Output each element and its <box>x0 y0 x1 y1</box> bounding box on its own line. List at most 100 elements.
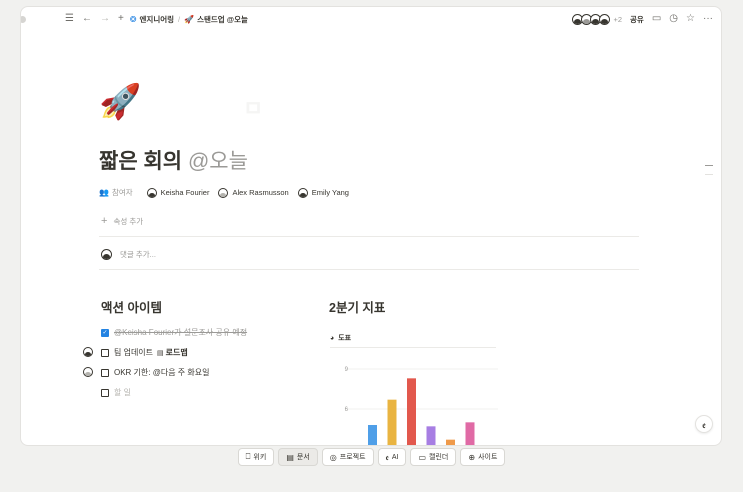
participant-keisha[interactable]: Keisha Fourier <box>146 187 210 198</box>
background-watermark: ㅁ <box>243 96 264 121</box>
avatar <box>218 187 229 198</box>
outline-line <box>705 165 713 166</box>
doc-icon: ▤ <box>286 452 294 462</box>
participants-label-text: 참여자 <box>111 188 133 197</box>
add-comment-placeholder: 댓글 추가... <box>120 250 156 259</box>
chart-bar[interactable] <box>407 378 416 446</box>
back-arrow-icon[interactable]: ← <box>82 14 92 24</box>
ai-icon: ꬲ <box>385 452 389 462</box>
avatar <box>83 347 93 357</box>
participant-alex[interactable]: Alex Rasmusson <box>218 187 289 198</box>
participant-emily[interactable]: Emily Yang <box>297 187 349 198</box>
action-items-heading: 액션 아이템 <box>101 301 162 315</box>
chart-divider <box>330 347 496 348</box>
page-link-icon: ▤ <box>157 349 164 357</box>
page-rocket-icon[interactable]: 🚀 <box>99 85 141 119</box>
dock-item-label: 위키 <box>253 454 267 461</box>
wiki-icon: ⎕ <box>245 452 251 461</box>
dock-item-site[interactable]: ⊕ 사이트 <box>460 448 506 466</box>
page-title-text: 짧은 회의 <box>99 150 183 173</box>
rocket-icon: 🚀 <box>184 14 195 24</box>
chart-bar[interactable] <box>368 425 377 446</box>
plus-icon: + <box>101 215 108 227</box>
dock-item-ai[interactable]: ꬲ AI <box>377 448 407 466</box>
favorite-star-icon[interactable]: ☆ <box>686 14 695 24</box>
participant-name: Emily Yang <box>311 188 349 197</box>
dock-item-calendar[interactable]: ▭ 캘린더 <box>410 448 457 466</box>
divider <box>99 236 639 237</box>
roadmap-link[interactable]: 로드맵 <box>166 347 188 358</box>
metrics-heading: 2분기 지표 <box>329 301 386 315</box>
extra-collaborators-count: +2 <box>613 14 623 24</box>
top-right-actions: +2 공유 ▭ ◷ ☆ ··· <box>572 7 713 31</box>
checkbox[interactable] <box>101 348 109 357</box>
app-window: ☰ ← → + ❂ 엔지니어링 / 🚀 스탠드업 @오늘 +2 공유 ▭ ◷ ☆… <box>20 6 722 446</box>
dock-item-label: 사이트 <box>478 454 498 461</box>
sidebar-toggle-icon[interactable]: ☰ <box>65 14 74 24</box>
outline-line <box>705 174 713 175</box>
todo-item[interactable]: OKR 기한: @다음 주 화요일 <box>101 367 209 378</box>
dock-item-label: AI <box>391 453 399 461</box>
new-page-plus-icon[interactable]: + <box>118 14 124 24</box>
breadcrumb-item-engineering[interactable]: 엔지니어링 <box>140 14 175 25</box>
dock-item-project[interactable]: ◎ 프로젝트 <box>321 448 374 466</box>
todo-item-empty[interactable]: 할 일 <box>101 387 131 398</box>
todo-placeholder: 할 일 <box>114 388 131 397</box>
y-tick-label: 6 <box>345 407 349 413</box>
page-title[interactable]: 짧은 회의 @오늘 <box>99 145 248 175</box>
breadcrumb-item-standup[interactable]: 스탠드업 @오늘 <box>197 14 248 25</box>
add-property-label: 속성 추가 <box>113 216 144 226</box>
avatar <box>146 187 157 198</box>
todo-text: @Keisha Fourier가 설문조사 공유 예정 <box>114 328 248 337</box>
participant-name: Alex Rasmusson <box>232 188 289 197</box>
dock-item-doc[interactable]: ▤ 문서 <box>278 448 318 466</box>
share-button[interactable]: 공유 <box>630 14 644 25</box>
chart-pie-icon: ◕ <box>330 334 335 342</box>
dock-item-wiki[interactable]: ⎕ 위키 <box>237 448 275 466</box>
avatar <box>101 249 112 260</box>
bar-chart: 369 <box>345 367 498 446</box>
participants-label[interactable]: 👥 참여자 <box>99 187 133 198</box>
page-title-date-mention[interactable]: @오늘 <box>188 150 248 173</box>
checkbox-checked[interactable]: ✓ <box>101 328 109 337</box>
window-controls <box>21 15 26 23</box>
chart-bar[interactable] <box>446 439 455 446</box>
participant-name: Keisha Fourier <box>160 188 210 197</box>
avatar <box>83 367 93 377</box>
project-icon: ◎ <box>329 452 337 462</box>
participants-property: 👥 참여자 Keisha Fourier Alex Rasmusson Emil… <box>99 187 358 198</box>
history-clock-icon[interactable]: ◷ <box>669 14 678 24</box>
chart-bar[interactable] <box>387 399 397 446</box>
chart-title: ◕ 도표 <box>330 333 351 343</box>
more-options-icon[interactable]: ··· <box>703 14 713 24</box>
maximize-dot[interactable] <box>21 15 26 23</box>
checkbox[interactable] <box>101 388 109 397</box>
ai-assistant-button[interactable]: ꬲ <box>695 415 713 433</box>
add-property-button[interactable]: + 속성 추가 <box>101 215 143 227</box>
checkbox[interactable] <box>101 368 109 377</box>
outline-indicator[interactable] <box>705 165 713 183</box>
calendar-icon: ▭ <box>418 452 427 462</box>
divider <box>99 269 639 270</box>
site-icon: ⊕ <box>468 452 476 462</box>
top-bar: ☰ ← → + ❂ 엔지니어링 / 🚀 스탠드업 @오늘 +2 공유 ▭ ◷ ☆… <box>21 7 721 31</box>
todo-item[interactable]: ✓ @Keisha Fourier가 설문조사 공유 예정 <box>101 327 247 338</box>
todo-text: 팀 업데이트 <box>114 348 154 357</box>
chart-title-text: 도표 <box>338 335 352 342</box>
bottom-dock: ⎕ 위키 ▤ 문서 ◎ 프로젝트 ꬲ AI ▭ 캘린더 ⊕ 사이트 <box>0 448 743 466</box>
people-icon: 👥 <box>99 188 109 197</box>
comment-icon[interactable]: ▭ <box>652 14 661 24</box>
chart-bar[interactable] <box>465 422 475 446</box>
avatar <box>297 187 308 198</box>
todo-text: OKR 기한: @다음 주 화요일 <box>114 368 210 377</box>
collaborator-avatars[interactable]: +2 <box>572 13 623 25</box>
y-tick-label: 9 <box>345 367 349 373</box>
avatar <box>599 13 611 25</box>
breadcrumb: ❂ 엔지니어링 / 🚀 스탠드업 @오늘 <box>130 14 248 25</box>
dock-item-label: 문서 <box>296 454 310 461</box>
dock-item-label: 프로젝트 <box>339 454 366 461</box>
todo-item[interactable]: 팀 업데이트 ▤ 로드맵 <box>101 347 188 358</box>
forward-arrow-icon[interactable]: → <box>100 14 110 24</box>
chart-bar[interactable] <box>426 426 436 446</box>
add-comment-input[interactable]: 댓글 추가... <box>101 249 156 260</box>
